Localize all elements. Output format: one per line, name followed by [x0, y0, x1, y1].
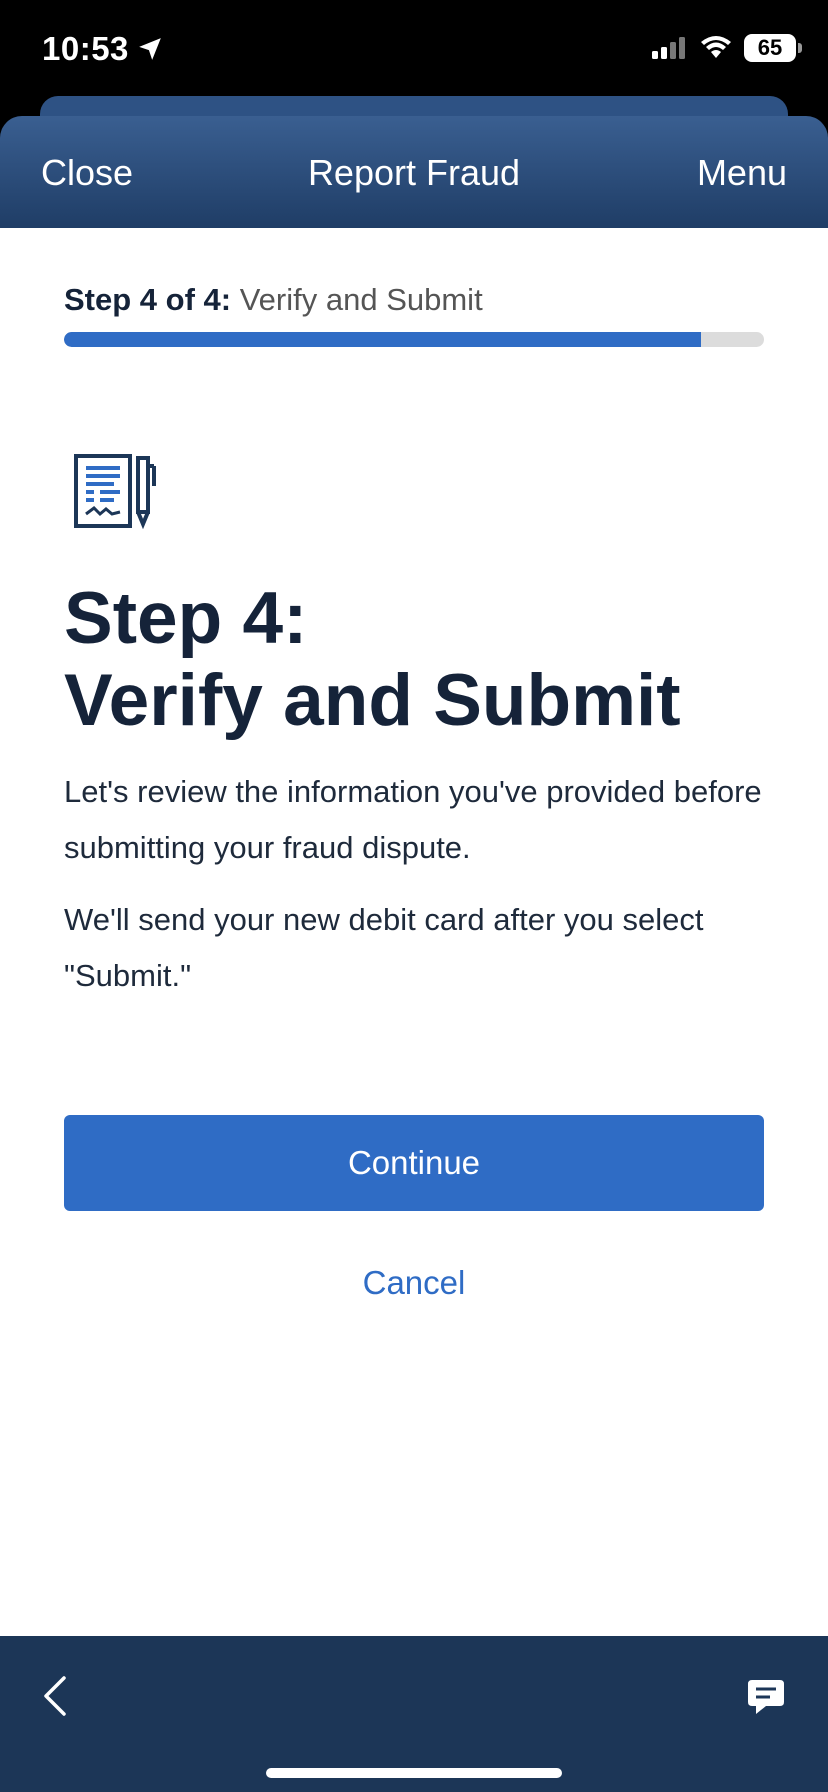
- main-content: Step 4 of 4: Verify and Submit Step 4: V…: [0, 228, 828, 1636]
- location-arrow-icon: [139, 38, 161, 60]
- heading-line-1: Step 4:: [64, 578, 308, 659]
- heading-line-2: Verify and Submit: [64, 660, 681, 741]
- chevron-left-icon[interactable]: [40, 1676, 70, 1716]
- battery-level: 65: [757, 35, 783, 60]
- document-signature-icon: [74, 454, 156, 530]
- progress-fill: [64, 332, 701, 347]
- step-count: Step 4 of 4:: [64, 282, 232, 317]
- step-name: Verify and Submit: [239, 282, 483, 317]
- cancel-link[interactable]: Cancel: [0, 1264, 828, 1302]
- continue-button[interactable]: Continue: [64, 1115, 764, 1211]
- status-bar: 10:53 65: [0, 0, 828, 100]
- chat-bubble-icon[interactable]: [746, 1678, 786, 1716]
- progress-bar: [64, 332, 764, 347]
- header-bar: Close Report Fraud Menu: [0, 116, 828, 228]
- battery-indicator: 65: [744, 34, 802, 62]
- status-time: 10:53: [42, 30, 163, 68]
- page-heading: Step 4: Verify and Submit: [64, 578, 681, 742]
- review-description: Let's review the information you've prov…: [64, 774, 762, 865]
- menu-button[interactable]: Menu: [697, 152, 787, 194]
- home-indicator: [266, 1768, 562, 1778]
- signal-icon: [652, 37, 685, 59]
- status-icons: 65: [652, 34, 802, 62]
- step-indicator: Step 4 of 4: Verify and Submit: [64, 282, 483, 318]
- card-description: We'll send your new debit card after you…: [64, 902, 704, 993]
- clock: 10:53: [42, 30, 129, 67]
- wifi-icon: [701, 36, 731, 58]
- bottom-bar: [0, 1636, 828, 1792]
